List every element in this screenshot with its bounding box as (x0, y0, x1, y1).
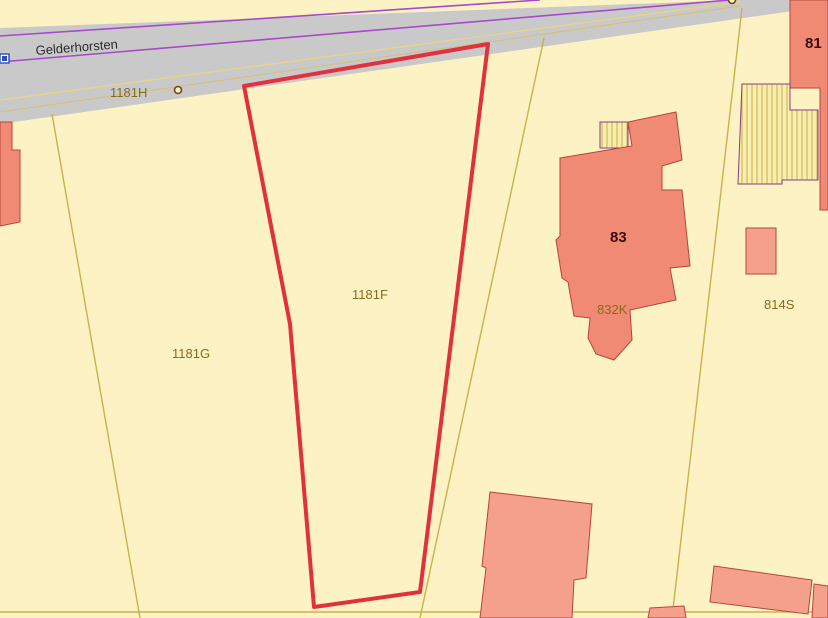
outbuilding-hatched-small (599, 121, 629, 149)
road-marker-icon (0, 53, 10, 64)
parcel-point-icon (173, 85, 183, 95)
house-number-top-right: 81 (805, 35, 822, 52)
parcel-label-far-right: 814S (764, 297, 795, 312)
parcel-point-icon (727, 0, 737, 5)
parcel-label-house: 832K (597, 302, 628, 317)
parcel-label-selected: 1181F (352, 287, 388, 302)
map-canvas[interactable]: Gelderhorsten 1181H 1181F 1181G 832K 814… (0, 0, 828, 618)
building-bottom-edge (811, 583, 828, 618)
building-small-right (745, 227, 777, 275)
cadastral-map[interactable]: Gelderhorsten 1181H 1181F 1181G 832K 814… (0, 0, 828, 618)
building-bottom-small (647, 605, 687, 618)
parcel-label-left: 1181G (172, 346, 210, 361)
house-number-main: 83 (610, 229, 627, 246)
parcel-label-road: 1181H (110, 85, 147, 100)
